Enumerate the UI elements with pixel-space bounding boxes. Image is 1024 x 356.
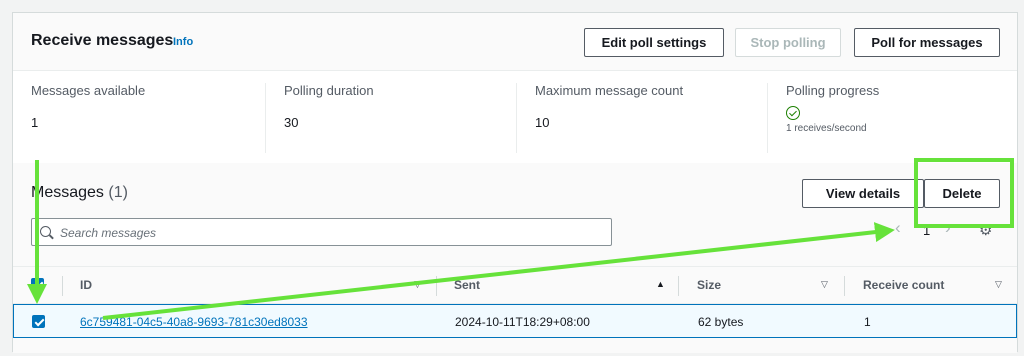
page-number[interactable]: 1 [923,223,930,238]
receive-messages-panel: Receive messages Info Edit poll settings… [12,12,1018,353]
check-circle-icon [786,106,800,120]
message-size: 62 bytes [698,315,744,329]
messages-title: Messages (1) [31,184,128,202]
column-header-size[interactable]: Size [697,278,721,292]
search-placeholder: Search messages [60,226,157,240]
sort-up-icon[interactable]: ▲ [656,279,665,289]
chevron-left-icon[interactable]: ‹ [895,218,901,238]
delete-button[interactable]: Delete [924,179,1000,208]
sort-down-icon[interactable]: ▽ [821,279,828,290]
polling-rate: 1 receives/second [786,123,867,134]
sort-down-icon[interactable]: ▽ [995,279,1002,290]
select-all-checkbox[interactable] [31,278,44,291]
sort-down-icon[interactable]: ▽ [414,279,421,290]
stat-label: Polling progress [786,83,880,98]
column-header-sent[interactable]: Sent [454,278,480,292]
search-input[interactable]: Search messages [31,218,612,246]
stat-polling-duration: Polling duration 30 [265,83,374,153]
stat-label: Messages available [31,83,146,98]
stat-maximum-message-count: Maximum message count 10 [516,83,683,153]
stat-value: 30 [284,115,299,130]
info-link[interactable]: Info [173,36,193,48]
column-divider [436,276,437,296]
view-details-button[interactable]: View details [802,179,924,208]
stat-label: Polling duration [284,83,374,98]
column-header-id[interactable]: ID [80,278,92,292]
stat-messages-available: Messages available 1 [31,83,145,153]
row-checkbox[interactable] [32,315,45,328]
messages-title-text: Messages [31,184,104,201]
edit-poll-settings-button[interactable]: Edit poll settings [584,28,724,57]
message-id-link[interactable]: 6c759481-04c5-40a8-9693-781c30ed8033 [80,315,308,329]
chevron-right-icon[interactable]: › [945,218,951,238]
search-icon [40,226,51,237]
stop-polling-button[interactable]: Stop polling [735,28,841,57]
message-sent: 2024-10-11T18:29+08:00 [455,315,590,329]
stat-polling-progress: Polling progress 1 receives/second [767,83,879,153]
poll-for-messages-button[interactable]: Poll for messages [854,28,1000,57]
column-divider [844,276,845,296]
panel-header: Receive messages Info Edit poll settings… [13,13,1017,71]
gear-icon[interactable]: ⚙ [979,221,992,239]
polling-stats: Messages available 1 Polling duration 30… [13,71,1017,163]
stat-value: 10 [535,115,550,130]
column-divider [62,276,63,296]
column-divider [678,276,679,296]
messages-count: (1) [108,184,128,201]
table-header: ID ▽ Sent ▲ Size ▽ Receive count ▽ [13,266,1017,304]
message-receive-count: 1 [864,315,871,329]
stat-label: Maximum message count [535,83,684,98]
messages-section: Messages (1) View details Delete Search … [13,163,1017,353]
panel-title: Receive messages [31,32,174,49]
column-header-receive-count[interactable]: Receive count [863,278,944,292]
table-row[interactable]: 6c759481-04c5-40a8-9693-781c30ed8033 202… [13,304,1017,338]
stat-value: 1 [31,115,39,130]
